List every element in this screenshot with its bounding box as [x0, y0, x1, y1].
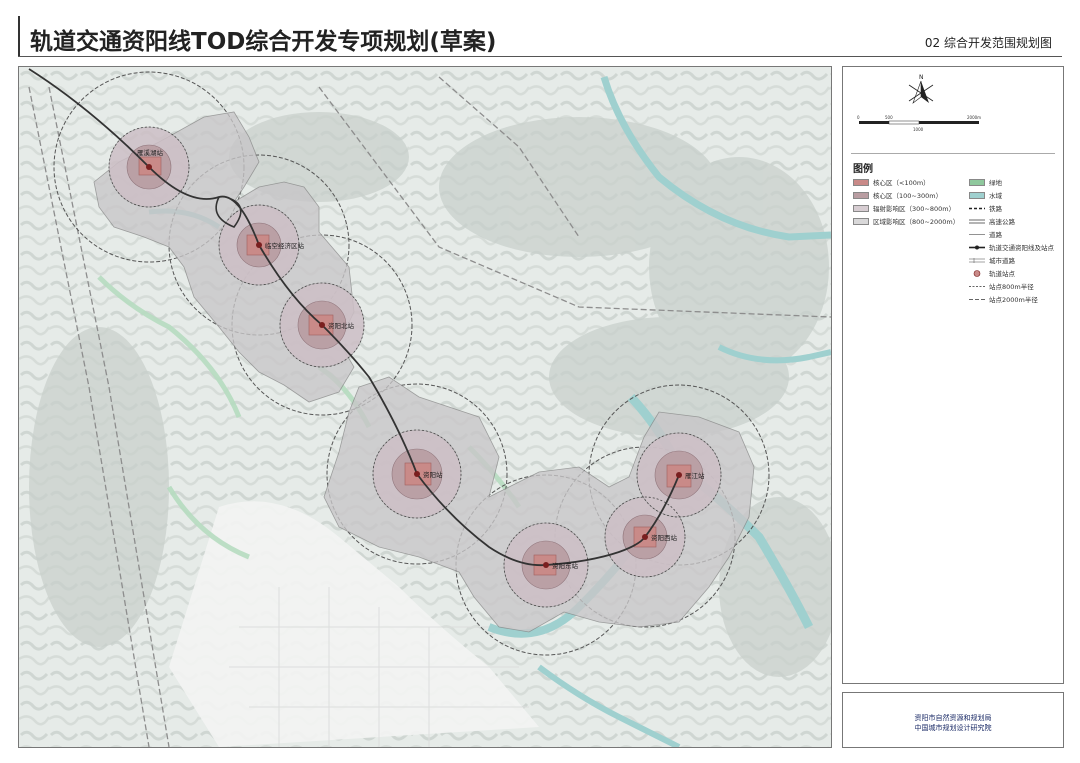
map-sheet: 轨道交通资阳线TOD综合开发专项规划(草案) 02 综合开发范围规划图 雁溪湖站…	[0, 0, 1080, 763]
legend-item-highway: 高速公路	[969, 216, 1015, 226]
legend-label: 高速公路	[989, 218, 1015, 226]
legend-line-road-icon	[969, 231, 985, 238]
legend-item-water: 水域	[969, 190, 1002, 200]
legend-item-road: 道路	[969, 229, 1002, 239]
station-label: 雁溪湖站	[137, 148, 164, 157]
legend-item-rail: 铁路	[969, 203, 1002, 213]
legend-item-r800: 站点800m半径	[969, 281, 1034, 291]
legend-label: 站点2000m半径	[989, 296, 1038, 304]
station-label: 临空经济区站	[265, 241, 305, 250]
legend-label: 辐射影响区（300~800m）	[873, 205, 956, 213]
station-marker-icon	[414, 471, 420, 477]
credit-line-2: 中国城市规划设计研究院	[914, 724, 992, 732]
legend-line-metro-icon	[969, 244, 985, 251]
legend-line-highway-icon	[969, 218, 985, 225]
credits-panel: 资阳市自然资源和规划局 中国城市规划设计研究院	[842, 692, 1064, 748]
legend-item-radiation: 辐射影响区（300~800m）	[853, 203, 955, 213]
legend-swatch	[853, 191, 869, 199]
legend-item-regional: 区域影响区（800~2000m）	[853, 216, 959, 226]
legend-label: 轨道站点	[989, 270, 1015, 278]
legend-label: 核心区（<100m）	[873, 179, 930, 187]
station-marker-icon	[146, 164, 152, 170]
scale-label: 0	[857, 115, 860, 120]
scale-label: 500	[885, 115, 893, 120]
legend-item-station: 轨道站点	[969, 268, 1015, 278]
station-label: 资阳西站	[651, 533, 678, 542]
legend-panel: N 0 500 1000 2000m 图例 核心区（<100m） 核心区（100…	[842, 66, 1064, 684]
station-marker-icon	[256, 242, 262, 248]
legend-label: 轨道交通资阳线及站点	[989, 244, 1054, 252]
station-marker-icon	[543, 562, 549, 568]
legend-item-green: 绿地	[969, 177, 1002, 187]
station-marker-icon	[319, 322, 325, 328]
legend-swatch	[969, 191, 985, 199]
legend-label: 道路	[989, 231, 1002, 239]
scale-bar: 0 500 1000 2000m	[857, 115, 981, 132]
legend-title: 图例	[853, 164, 873, 175]
north-label: N	[919, 74, 924, 81]
legend-label: 铁路	[989, 205, 1002, 213]
station-label: 资阳站	[423, 470, 443, 479]
legend-line-r800-icon	[969, 283, 985, 290]
legend-divider	[851, 153, 1055, 154]
title-tick-mark	[18, 16, 28, 56]
legend-label: 站点800m半径	[989, 283, 1034, 291]
station-label: 资阳东站	[552, 561, 579, 570]
legend-label: 核心区（100~300m）	[873, 192, 943, 200]
page-title: 轨道交通资阳线TOD综合开发专项规划(草案)	[30, 29, 497, 55]
station-marker-icon	[676, 472, 682, 478]
legend-line-rail-icon	[969, 205, 985, 212]
legend-item-core-300: 核心区（100~300m）	[853, 190, 942, 200]
legend-line-r2000-icon	[969, 296, 985, 303]
legend-label: 水域	[989, 192, 1002, 200]
legend-station-icon	[969, 269, 985, 277]
legend-item-r2000: 站点2000m半径	[969, 294, 1038, 304]
legend-label: 绿地	[989, 179, 1002, 187]
station-marker-icon	[642, 534, 648, 540]
map-canvas[interactable]: 雁溪湖站 临空经济区站 资阳北站 资阳站 资阳东站 资阳西站 雁江站	[19, 67, 831, 747]
scale-label: 1000	[913, 127, 924, 132]
legend-swatch	[853, 204, 869, 212]
station-label: 雁江站	[685, 471, 705, 480]
legend-line-city-road-icon	[969, 257, 985, 264]
legend-item-metro: 轨道交通资阳线及站点	[969, 242, 1054, 252]
north-arrow-icon: N	[908, 74, 934, 104]
credit-line-1: 资阳市自然资源和规划局	[914, 714, 992, 722]
legend-item-city-road: 城市道路	[969, 255, 1015, 265]
map-frame[interactable]: 雁溪湖站 临空经济区站 资阳北站 资阳站 资阳东站 资阳西站 雁江站	[18, 66, 832, 748]
legend-item-core-100: 核心区（<100m）	[853, 177, 930, 187]
scale-label: 2000m	[967, 115, 981, 120]
title-bar: 轨道交通资阳线TOD综合开发专项规划(草案) 02 综合开发范围规划图	[18, 16, 1062, 57]
legend-swatch	[853, 217, 869, 225]
legend-swatch	[853, 178, 869, 186]
station-label: 资阳北站	[328, 321, 355, 330]
sheet-title: 02 综合开发范围规划图	[924, 36, 1052, 50]
legend-label: 区域影响区（800~2000m）	[873, 218, 960, 226]
legend-label: 城市道路	[989, 257, 1015, 265]
legend-swatch	[969, 178, 985, 186]
